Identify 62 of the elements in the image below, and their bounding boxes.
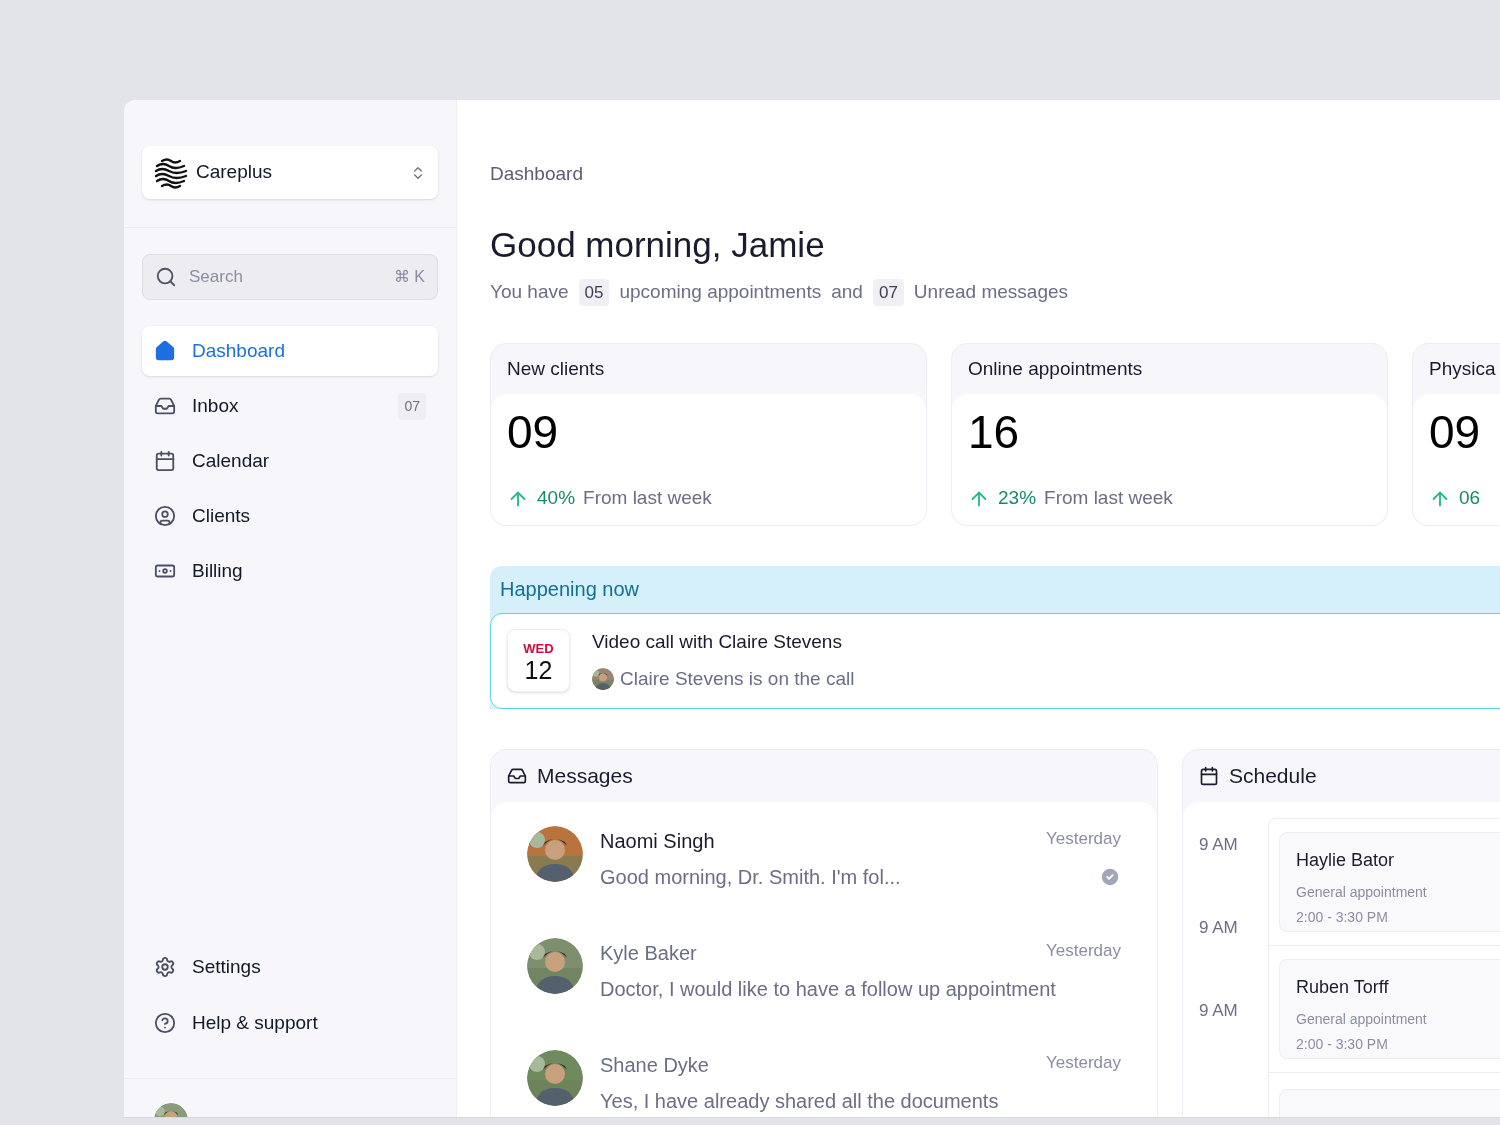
stat-value: 09: [1429, 404, 1482, 460]
date-tile: WED 12: [507, 629, 570, 693]
appointment-card[interactable]: Ruben Torff General appointment 2:00 - 3:30 PM: [1279, 958, 1500, 1059]
search-icon: [155, 266, 177, 288]
message-row[interactable]: Shane Dyke Yesterday Yes, I have already shared all the documents: [527, 1049, 1121, 1116]
time-label: 9 AM: [1199, 918, 1239, 936]
stat-value: 16: [968, 404, 1021, 460]
sender-name: Kyle Baker: [600, 940, 697, 966]
message-row[interactable]: Naomi Singh Yesterday Good morning, Dr. Smith. I'm fol...: [527, 825, 1121, 892]
nav-item[interactable]: Calendar: [142, 436, 438, 486]
calendar-icon: [154, 450, 176, 472]
card-title: Messages: [537, 763, 633, 789]
count-badge: 07: [872, 278, 904, 307]
change-value: 06: [1459, 486, 1481, 511]
shortcut-hint: ⌘ K: [393, 267, 425, 287]
summary-text: and: [831, 280, 863, 305]
summary-text: You have: [490, 280, 569, 305]
card-title: Schedule: [1229, 763, 1317, 789]
event-subtitle: Claire Stevens is on the call: [620, 666, 855, 691]
message-preview: Doctor, I would like to have a follow up appointment: [600, 976, 1056, 1002]
search-field[interactable]: Search: [189, 264, 382, 290]
greeting-heading: Good morning, Jamie: [490, 223, 826, 266]
message-time: Yesterday: [1046, 939, 1121, 962]
nav-item[interactable]: Clients: [142, 491, 438, 541]
summary-text: Unread messages: [913, 280, 1069, 305]
message-preview: Yes, I have already shared all the documents: [600, 1088, 999, 1114]
calendar-icon: [1199, 765, 1219, 786]
message-time: Yesterday: [1046, 1051, 1121, 1074]
settings-icon: [154, 956, 176, 978]
home-icon: [154, 340, 176, 362]
help-icon: [154, 1012, 176, 1034]
appointment-card[interactable]: Haylie Bator General appointment 2:00 - 3:30 PM: [1279, 831, 1500, 932]
nav-item[interactable]: Help & support: [142, 998, 438, 1048]
summary-text: upcoming appointments: [619, 280, 822, 305]
message-time: Yesterday: [1046, 827, 1121, 850]
change-note: From last week: [583, 486, 712, 511]
breadcrumb: Dashboard: [490, 162, 584, 186]
time-label: 9 AM: [1199, 1001, 1239, 1019]
time-label: 9 AM: [1199, 835, 1239, 853]
waves-logo-icon: [154, 155, 188, 190]
change-value: 40%: [537, 486, 576, 511]
nav-item[interactable]: Inbox 07: [142, 381, 438, 431]
message-row[interactable]: Kyle Baker Yesterday Doctor, I would like to have a follow up appointment: [527, 937, 1121, 1004]
count-badge: 05: [578, 278, 610, 307]
inbox-icon: [154, 395, 176, 417]
change-value: 23%: [998, 486, 1037, 511]
nav-item[interactable]: Settings: [142, 942, 438, 992]
event-title: Video call with Claire Stevens: [592, 630, 843, 655]
user-icon: [154, 505, 176, 527]
message-preview: Good morning, Dr. Smith. I'm fol...: [600, 864, 901, 890]
stat-title: New clients: [506, 356, 606, 381]
stat-title: Physica: [1428, 356, 1497, 381]
nav-item[interactable]: Billing: [142, 546, 438, 596]
sender-name: Naomi Singh: [600, 828, 715, 854]
count-badge: 07: [398, 392, 426, 420]
sender-name: Shane Dyke: [600, 1052, 709, 1078]
workspace-switcher[interactable]: Careplus: [142, 146, 438, 199]
nav-item[interactable]: Dashboard: [142, 326, 438, 376]
stat-title: Online appointments: [967, 356, 1144, 381]
stat-value: 09: [507, 404, 560, 460]
panel-title: Happening now: [499, 577, 640, 603]
change-note: From last week: [1044, 486, 1173, 511]
